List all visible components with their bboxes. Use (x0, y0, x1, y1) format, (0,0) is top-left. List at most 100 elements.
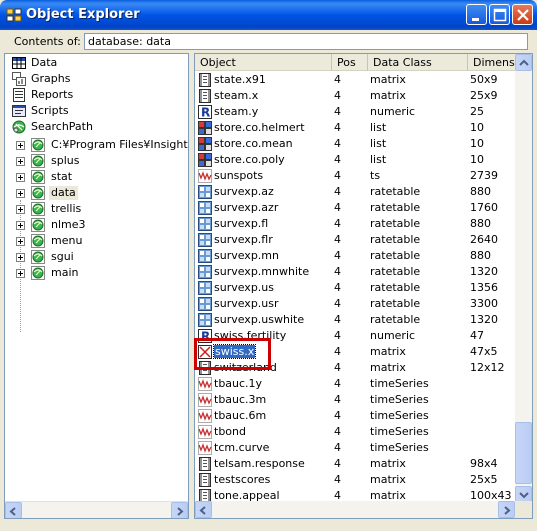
matrix-x-icon (198, 345, 212, 359)
data-class-cell: matrix (370, 89, 406, 102)
table-row[interactable]: tbauc.6m 4 timeSeries (195, 408, 515, 424)
table-row[interactable]: switzerland 4 matrix 12x12 (195, 360, 515, 376)
tree-item-menu[interactable]: menu (5, 233, 188, 249)
expand-icon[interactable] (16, 269, 25, 278)
pos-cell: 4 (334, 153, 341, 166)
tree-item-stat[interactable]: stat (5, 169, 188, 185)
object-name: tbond (214, 425, 246, 438)
table-row[interactable]: swiss.x 4 matrix 47x5 (195, 344, 515, 360)
object-name: survexp.az (214, 185, 274, 198)
list-vertical-scrollbar[interactable] (515, 54, 532, 503)
data-class-cell: ratetable (370, 265, 421, 278)
table-row[interactable]: survexp.az 4 ratetable 880 (195, 184, 515, 200)
column-header-dimension[interactable]: Dimension (468, 54, 515, 71)
table-row[interactable]: state.x91 4 matrix 50x9 (195, 72, 515, 88)
tree-item-nlme3[interactable]: nlme3 (5, 217, 188, 233)
table-row[interactable]: survexp.mn 4 ratetable 880 (195, 248, 515, 264)
table-row[interactable]: survexp.azr 4 ratetable 1760 (195, 200, 515, 216)
minimize-button[interactable] (466, 4, 487, 25)
dimension-cell: 47 (470, 329, 484, 342)
minimize-icon (472, 18, 479, 21)
pos-cell: 4 (334, 473, 341, 486)
expand-icon[interactable] (16, 237, 25, 246)
dimension-cell: 98x4 (470, 457, 498, 470)
dimension-cell: 25x5 (470, 473, 498, 486)
tree-item-trellis[interactable]: trellis (5, 201, 188, 217)
table-row[interactable]: survexp.mnwhite 4 ratetable 1320 (195, 264, 515, 280)
tree-item-searchpath[interactable]: SearchPath (5, 119, 188, 135)
close-button[interactable] (512, 4, 533, 25)
data-class-cell: ts (370, 169, 381, 182)
table-row[interactable]: tbauc.1y 4 timeSeries (195, 376, 515, 392)
table-row[interactable]: store.co.mean 4 list 10 (195, 136, 515, 152)
vertical-scroll-thumb[interactable] (515, 422, 532, 484)
expand-icon[interactable] (16, 173, 25, 182)
tree-item-graphs[interactable]: Graphs (5, 71, 188, 87)
tree-item-label: Scripts (31, 104, 69, 117)
tree-item-data[interactable]: Data (5, 55, 188, 71)
scroll-left-button[interactable] (5, 502, 22, 518)
scroll-right-button[interactable] (171, 502, 188, 518)
pos-cell: 4 (334, 377, 341, 390)
object-tree-pane[interactable]: Data Graphs Reports Scripts SearchPath C:¥Pro… (4, 53, 189, 519)
table-row[interactable]: testscores 4 matrix 25x5 (195, 472, 515, 488)
dimension-cell (468, 392, 515, 408)
table-row[interactable]: steam.x 4 matrix 25x9 (195, 88, 515, 104)
ratetable-icon (198, 281, 212, 295)
tree-item-sgui[interactable]: sgui (5, 249, 188, 265)
table-row[interactable]: store.co.poly 4 list 10 (195, 152, 515, 168)
tree-item-label: data (49, 186, 78, 200)
pos-cell: 4 (334, 393, 341, 406)
column-header-pos[interactable]: Pos (332, 54, 368, 71)
reports-icon (12, 88, 26, 102)
table-row[interactable]: Rswiss.fertility 4 numeric 47 (195, 328, 515, 344)
list-scroll-left-button[interactable] (195, 501, 212, 518)
list-scroll-right-button[interactable] (498, 501, 515, 518)
maximize-button[interactable] (489, 4, 510, 25)
expand-icon[interactable] (16, 141, 25, 150)
scroll-up-button[interactable] (515, 54, 532, 71)
tree-item-splus[interactable]: splus (5, 153, 188, 169)
object-name-cell: tcm.curve (213, 440, 331, 456)
table-row[interactable]: survexp.fl 4 ratetable 880 (195, 216, 515, 232)
pos-cell: 4 (334, 313, 341, 326)
object-list-pane[interactable]: Object Pos Data Class Dimension state.x9… (194, 53, 533, 519)
object-name-cell: survexp.az (213, 184, 331, 200)
table-row[interactable]: Rsteam.y 4 numeric 25 (195, 104, 515, 120)
expand-icon[interactable] (16, 157, 25, 166)
ratetable-icon (198, 201, 212, 215)
list-icon (198, 137, 212, 151)
table-row[interactable]: survexp.flr 4 ratetable 2640 (195, 232, 515, 248)
tree-item-scripts[interactable]: Scripts (5, 103, 188, 119)
timeseries-icon (198, 169, 212, 183)
column-header-data-class[interactable]: Data Class (368, 54, 468, 71)
contents-path-field[interactable]: database: data (84, 33, 528, 50)
dimension-cell: 1320 (470, 313, 498, 326)
title-bar[interactable]: Object Explorer (0, 0, 537, 30)
tree-horizontal-scrollbar[interactable] (5, 501, 188, 518)
expand-icon[interactable] (16, 205, 25, 214)
table-row[interactable]: tcm.curve 4 timeSeries (195, 440, 515, 456)
table-row[interactable]: survexp.uswhite 4 ratetable 1320 (195, 312, 515, 328)
tree-item-reports[interactable]: Reports (5, 87, 188, 103)
tree-item-data[interactable]: data (5, 185, 188, 201)
tree-item-main[interactable]: main (5, 265, 188, 281)
pos-cell: 4 (334, 249, 341, 262)
table-row[interactable]: tbauc.3m 4 timeSeries (195, 392, 515, 408)
database-icon (31, 234, 45, 248)
expand-icon[interactable] (16, 189, 25, 198)
column-header-object[interactable]: Object (195, 54, 332, 71)
table-row[interactable]: sunspots 4 ts 2739 (195, 168, 515, 184)
table-row[interactable]: telsam.response 4 matrix 98x4 (195, 456, 515, 472)
object-name: testscores (214, 473, 271, 486)
table-row[interactable]: survexp.us 4 ratetable 1356 (195, 280, 515, 296)
expand-icon[interactable] (16, 253, 25, 262)
database-icon (31, 170, 45, 184)
table-row[interactable]: tbond 4 timeSeries (195, 424, 515, 440)
table-row[interactable]: store.co.helmert 4 list 10 (195, 120, 515, 136)
table-row[interactable]: survexp.usr 4 ratetable 3300 (195, 296, 515, 312)
expand-icon[interactable] (16, 221, 25, 230)
object-name-cell: store.co.mean (213, 136, 331, 152)
list-horizontal-scrollbar[interactable] (195, 501, 515, 518)
tree-item-c-program-files-insightful[interactable]: C:¥Program Files¥Insightful (5, 137, 188, 153)
